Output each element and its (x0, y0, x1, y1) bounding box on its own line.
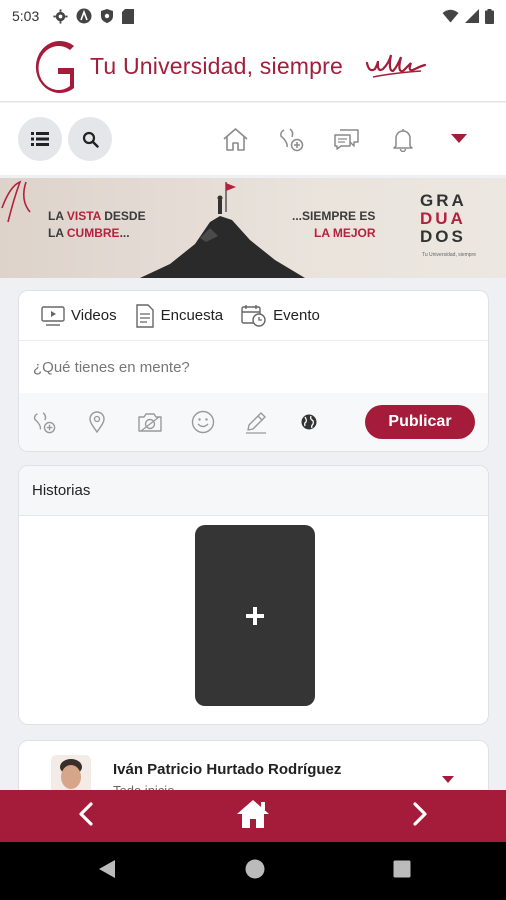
square-recents-icon (393, 860, 411, 877)
udla-logo-icon (35, 40, 74, 93)
home-icon (237, 799, 269, 828)
search-button[interactable] (68, 117, 112, 161)
publish-button[interactable]: Publicar (365, 405, 475, 439)
stories-card: Historias (18, 465, 489, 725)
home-nav-button[interactable] (220, 124, 250, 154)
post-composer: Videos Encuesta Evento ¿Qué tienes en me… (18, 290, 489, 452)
system-recents-button[interactable] (393, 860, 411, 883)
wifi-icon (442, 9, 459, 23)
location-pin-icon (89, 411, 105, 433)
caret-down-icon (451, 134, 467, 143)
tag-people-button[interactable] (31, 409, 57, 435)
privacy-button[interactable] (296, 409, 322, 435)
udla-signature-logo (365, 54, 427, 78)
add-friend-icon (33, 412, 56, 434)
back-button[interactable] (78, 801, 94, 831)
top-toolbar (0, 103, 506, 175)
post-options-button[interactable] (442, 771, 454, 789)
tab-event-label: Evento (273, 307, 320, 324)
friend-requests-button[interactable] (276, 124, 306, 154)
status-bar: 5:03 (0, 0, 506, 32)
tab-poll[interactable]: Encuesta (135, 303, 224, 328)
calendar-clock-icon (241, 304, 266, 327)
home-button[interactable] (235, 798, 271, 835)
settings-icon (53, 8, 68, 24)
chat-icon (334, 129, 359, 150)
video-icon (41, 305, 65, 326)
tab-poll-label: Encuesta (160, 307, 224, 324)
add-friend-icon (280, 128, 304, 152)
photo-button[interactable] (137, 409, 163, 435)
graduados-tagline: Tu Universidad, siempre (422, 252, 477, 258)
list-icon (31, 132, 49, 146)
system-navigation-bar (0, 842, 506, 900)
sd-card-icon (122, 8, 135, 24)
shield-icon (101, 9, 114, 23)
composer-actions: Publicar (19, 393, 488, 451)
caret-down-icon (442, 776, 454, 783)
messages-button[interactable] (332, 124, 362, 154)
smiley-icon (191, 410, 215, 434)
bell-icon (393, 128, 413, 152)
account-menu-button[interactable] (444, 124, 474, 154)
post-text-input[interactable]: ¿Qué tienes en mente? (19, 341, 488, 393)
edit-button[interactable] (243, 409, 269, 435)
signature-mark (1, 180, 31, 223)
plus-icon (246, 606, 264, 625)
tab-videos[interactable]: Videos (41, 305, 117, 327)
poll-document-icon (135, 303, 154, 328)
menu-list-button[interactable] (18, 117, 62, 161)
home-icon (222, 127, 248, 151)
system-home-button[interactable] (245, 859, 265, 884)
circle-home-icon (245, 859, 264, 878)
feeling-button[interactable] (190, 409, 216, 435)
search-icon (82, 131, 99, 148)
battery-icon (485, 8, 494, 24)
banner-left-text: LA VISTA DESDE LA CUMBRE... (48, 209, 146, 240)
camera-icon (138, 413, 162, 432)
pencil-icon (246, 412, 266, 434)
add-story-button[interactable] (195, 525, 315, 706)
status-time: 5:03 (12, 8, 40, 24)
bottom-navigation (0, 790, 506, 842)
system-back-button[interactable] (98, 859, 116, 884)
app-a-icon (76, 8, 92, 24)
notifications-button[interactable] (388, 124, 418, 154)
mountain-summit-image (140, 182, 305, 278)
triangle-back-icon (99, 859, 115, 878)
chevron-right-icon (413, 801, 427, 826)
signal-icon (465, 9, 479, 23)
forward-button[interactable] (412, 801, 428, 831)
globe-icon (301, 414, 317, 430)
chevron-left-icon (79, 801, 93, 826)
brand-title: Tu Universidad, siempre (90, 53, 344, 79)
graduates-banner[interactable]: LA VISTA DESDE LA CUMBRE... ...SIEMPRE E… (0, 178, 506, 278)
tab-event[interactable]: Evento (241, 304, 320, 328)
graduados-title: GRA DUA DOS (420, 191, 467, 246)
author-name[interactable]: Iván Patricio Hurtado Rodríguez (113, 761, 341, 778)
composer-tabs: Videos Encuesta Evento (19, 291, 488, 341)
tab-videos-label: Videos (71, 307, 117, 324)
location-button[interactable] (84, 409, 110, 435)
stories-title: Historias (19, 466, 488, 516)
banner-right-text: ...SIEMPRE ES LA MEJOR (292, 209, 376, 240)
brand-header: Tu Universidad, siempre (0, 32, 506, 102)
